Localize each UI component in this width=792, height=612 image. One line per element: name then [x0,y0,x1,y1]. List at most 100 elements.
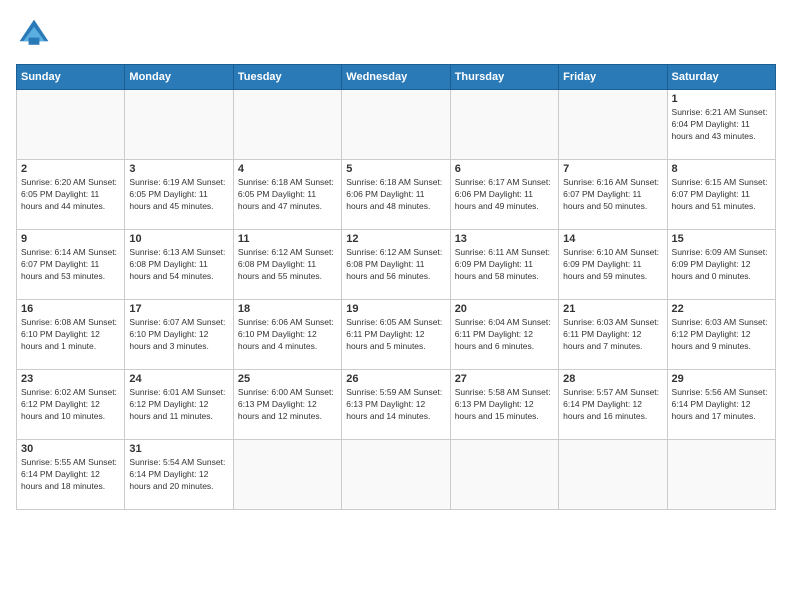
day-number: 25 [238,373,337,385]
day-number: 30 [21,443,120,455]
day-info: Sunrise: 5:58 AM Sunset: 6:13 PM Dayligh… [455,387,554,423]
calendar-cell [233,440,341,510]
calendar-cell [450,90,558,160]
day-number: 27 [455,373,554,385]
day-number: 26 [346,373,445,385]
week-row-6: 30 Sunrise: 5:55 AM Sunset: 6:14 PM Dayli… [17,440,776,510]
day-of-week-wednesday: Wednesday [342,65,450,90]
week-row-4: 16Sunrise: 6:08 AM Sunset: 6:10 PM Dayli… [17,300,776,370]
day-number: 17 [129,303,228,315]
calendar-cell: 2 Sunrise: 6:20 AM Sunset: 6:05 PM Daylig… [17,160,125,230]
calendar-cell [667,440,775,510]
day-number: 23 [21,373,120,385]
day-info: Sunrise: 6:02 AM Sunset: 6:12 PM Dayligh… [21,387,120,423]
week-row-3: 9Sunrise: 6:14 AM Sunset: 6:07 PM Daylig… [17,230,776,300]
calendar-cell [450,440,558,510]
calendar-cell [125,90,233,160]
calendar-cell: 24 Sunrise: 6:01 AM Sunset: 6:12 PM Dayli… [125,370,233,440]
day-number: 9 [21,233,120,245]
day-number: 29 [672,373,771,385]
day-info: Sunrise: 6:15 AM Sunset: 6:07 PM Dayligh… [672,177,771,213]
week-row-1: 1 Sunrise: 6:21 AM Sunset: 6:04 PM Daylig… [17,90,776,160]
calendar-cell: 11Sunrise: 6:12 AM Sunset: 6:08 PM Dayli… [233,230,341,300]
calendar-cell [559,440,667,510]
calendar-cell: 20 Sunrise: 6:04 AM Sunset: 6:11 PM Dayli… [450,300,558,370]
day-number: 4 [238,163,337,175]
calendar-cell: 30 Sunrise: 5:55 AM Sunset: 6:14 PM Dayli… [17,440,125,510]
day-number: 3 [129,163,228,175]
day-number: 8 [672,163,771,175]
week-row-5: 23 Sunrise: 6:02 AM Sunset: 6:12 PM Dayli… [17,370,776,440]
calendar-cell [233,90,341,160]
day-number: 21 [563,303,662,315]
day-number: 19 [346,303,445,315]
calendar-cell: 1 Sunrise: 6:21 AM Sunset: 6:04 PM Daylig… [667,90,775,160]
calendar-cell: 15Sunrise: 6:09 AM Sunset: 6:09 PM Dayli… [667,230,775,300]
day-number: 5 [346,163,445,175]
day-number: 24 [129,373,228,385]
days-of-week-row: SundayMondayTuesdayWednesdayThursdayFrid… [17,65,776,90]
day-of-week-thursday: Thursday [450,65,558,90]
page-header [16,16,776,52]
day-info: Sunrise: 5:54 AM Sunset: 6:14 PM Dayligh… [129,457,228,493]
logo [16,16,56,52]
calendar-cell: 27 Sunrise: 5:58 AM Sunset: 6:13 PM Dayli… [450,370,558,440]
calendar-cell: 21Sunrise: 6:03 AM Sunset: 6:11 PM Dayli… [559,300,667,370]
day-number: 12 [346,233,445,245]
day-info: Sunrise: 6:04 AM Sunset: 6:11 PM Dayligh… [455,317,554,353]
day-number: 2 [21,163,120,175]
day-of-week-monday: Monday [125,65,233,90]
day-of-week-tuesday: Tuesday [233,65,341,90]
day-number: 18 [238,303,337,315]
day-info: Sunrise: 6:18 AM Sunset: 6:06 PM Dayligh… [346,177,445,213]
calendar-cell: 4Sunrise: 6:18 AM Sunset: 6:05 PM Daylig… [233,160,341,230]
day-number: 1 [672,93,771,105]
day-number: 28 [563,373,662,385]
calendar-cell: 28Sunrise: 5:57 AM Sunset: 6:14 PM Dayli… [559,370,667,440]
day-info: Sunrise: 6:11 AM Sunset: 6:09 PM Dayligh… [455,247,554,283]
day-number: 20 [455,303,554,315]
calendar-body: 1 Sunrise: 6:21 AM Sunset: 6:04 PM Daylig… [17,90,776,510]
day-number: 13 [455,233,554,245]
calendar-cell: 26 Sunrise: 5:59 AM Sunset: 6:13 PM Dayli… [342,370,450,440]
day-info: Sunrise: 6:01 AM Sunset: 6:12 PM Dayligh… [129,387,228,423]
calendar-cell [342,440,450,510]
calendar-cell: 29 Sunrise: 5:56 AM Sunset: 6:14 PM Dayli… [667,370,775,440]
calendar-cell: 3Sunrise: 6:19 AM Sunset: 6:05 PM Daylig… [125,160,233,230]
logo-icon [16,16,52,52]
calendar-cell: 17Sunrise: 6:07 AM Sunset: 6:10 PM Dayli… [125,300,233,370]
day-number: 6 [455,163,554,175]
day-info: Sunrise: 6:03 AM Sunset: 6:12 PM Dayligh… [672,317,771,353]
day-info: Sunrise: 6:20 AM Sunset: 6:05 PM Dayligh… [21,177,120,213]
calendar-cell: 18Sunrise: 6:06 AM Sunset: 6:10 PM Dayli… [233,300,341,370]
calendar-cell: 31 Sunrise: 5:54 AM Sunset: 6:14 PM Dayli… [125,440,233,510]
day-info: Sunrise: 6:10 AM Sunset: 6:09 PM Dayligh… [563,247,662,283]
calendar-cell: 25Sunrise: 6:00 AM Sunset: 6:13 PM Dayli… [233,370,341,440]
day-info: Sunrise: 6:21 AM Sunset: 6:04 PM Dayligh… [672,107,771,143]
calendar-cell: 8 Sunrise: 6:15 AM Sunset: 6:07 PM Daylig… [667,160,775,230]
day-info: Sunrise: 6:17 AM Sunset: 6:06 PM Dayligh… [455,177,554,213]
day-info: Sunrise: 6:16 AM Sunset: 6:07 PM Dayligh… [563,177,662,213]
day-number: 11 [238,233,337,245]
calendar-cell: 16Sunrise: 6:08 AM Sunset: 6:10 PM Dayli… [17,300,125,370]
calendar-cell: 13 Sunrise: 6:11 AM Sunset: 6:09 PM Dayli… [450,230,558,300]
calendar-cell: 10 Sunrise: 6:13 AM Sunset: 6:08 PM Dayli… [125,230,233,300]
day-number: 31 [129,443,228,455]
day-info: Sunrise: 6:09 AM Sunset: 6:09 PM Dayligh… [672,247,771,283]
day-info: Sunrise: 5:55 AM Sunset: 6:14 PM Dayligh… [21,457,120,493]
day-number: 14 [563,233,662,245]
day-info: Sunrise: 5:59 AM Sunset: 6:13 PM Dayligh… [346,387,445,423]
calendar-cell [342,90,450,160]
week-row-2: 2 Sunrise: 6:20 AM Sunset: 6:05 PM Daylig… [17,160,776,230]
day-of-week-friday: Friday [559,65,667,90]
calendar-cell: 23 Sunrise: 6:02 AM Sunset: 6:12 PM Dayli… [17,370,125,440]
calendar-cell: 19Sunrise: 6:05 AM Sunset: 6:11 PM Dayli… [342,300,450,370]
calendar-cell: 9Sunrise: 6:14 AM Sunset: 6:07 PM Daylig… [17,230,125,300]
day-number: 10 [129,233,228,245]
day-info: Sunrise: 5:56 AM Sunset: 6:14 PM Dayligh… [672,387,771,423]
day-number: 22 [672,303,771,315]
calendar-table: SundayMondayTuesdayWednesdayThursdayFrid… [16,64,776,510]
day-of-week-sunday: Sunday [17,65,125,90]
calendar-cell: 5 Sunrise: 6:18 AM Sunset: 6:06 PM Daylig… [342,160,450,230]
day-info: Sunrise: 6:13 AM Sunset: 6:08 PM Dayligh… [129,247,228,283]
